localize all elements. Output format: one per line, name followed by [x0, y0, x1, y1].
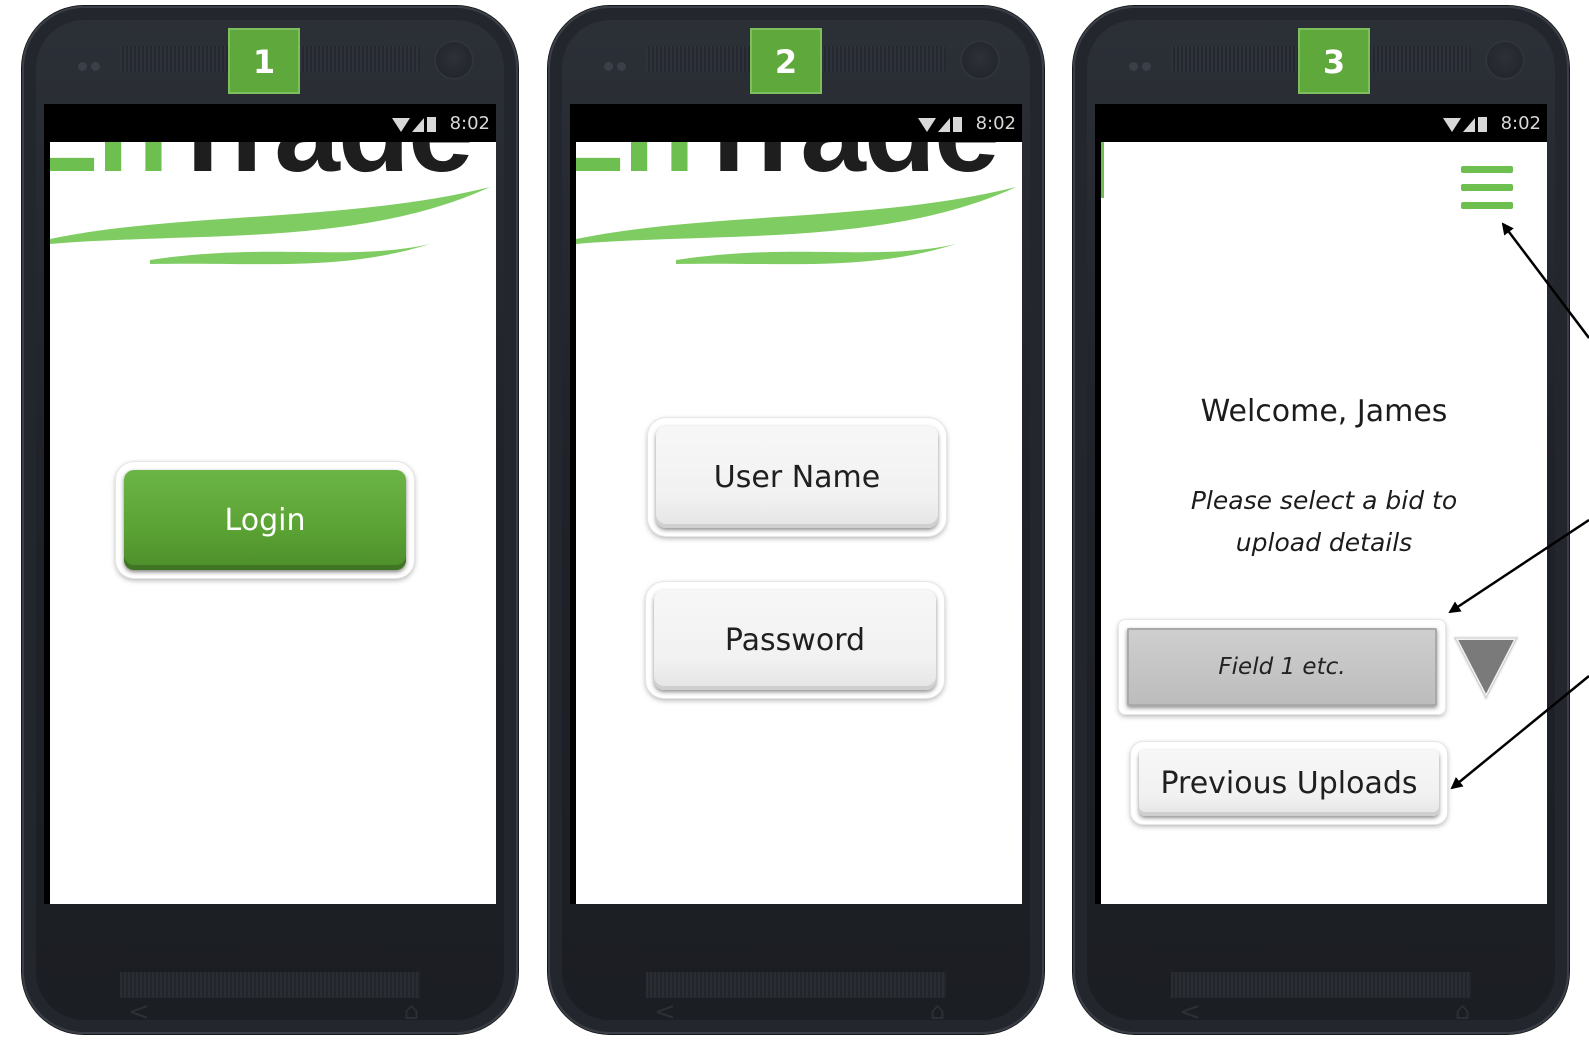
- signal-icon: [412, 118, 424, 132]
- battery-icon: [953, 117, 962, 132]
- status-bar: 8:02: [44, 104, 496, 142]
- previous-uploads-frame: Previous Uploads: [1131, 742, 1447, 824]
- drawer-edge: [1101, 142, 1104, 198]
- phone-screen-3: 8:02 Welcome, James Please select a bid …: [1095, 104, 1547, 904]
- sensor-dots: [1129, 56, 1155, 75]
- back-icon[interactable]: <: [654, 997, 676, 1027]
- instruction-text: Please select a bid to upload details: [1190, 486, 1458, 557]
- welcome-heading: Welcome, James: [1200, 394, 1448, 429]
- signal-icon: [1463, 118, 1475, 132]
- screen-content: EnTrade User Name Password: [576, 142, 1022, 904]
- nav-bar: < ⌂: [1095, 904, 1547, 1034]
- bid-dropdown-field[interactable]: Field 1 etc.: [1127, 628, 1437, 706]
- login-button-frame: Login: [116, 462, 414, 578]
- front-camera: [960, 40, 1000, 80]
- sensor-dots: [604, 56, 630, 75]
- nav-bar: < ⌂: [570, 904, 1022, 1034]
- bottom-speaker: [646, 972, 946, 998]
- hamburger-menu-icon[interactable]: [1461, 166, 1513, 212]
- nav-bar: < ⌂: [44, 904, 496, 1034]
- username-field[interactable]: User Name: [656, 426, 938, 528]
- status-bar: 8:02: [570, 104, 1022, 142]
- screen-content: EnTrade Login: [50, 142, 496, 904]
- password-field[interactable]: Password: [654, 590, 936, 690]
- screen-content: Welcome, James Please select a bid to up…: [1101, 142, 1547, 904]
- home-icon[interactable]: ⌂: [404, 997, 419, 1025]
- entrade-logo: EnTrade: [576, 142, 1022, 312]
- bottom-speaker: [120, 972, 420, 998]
- phone-frame-2: 2 8:02 EnTrade User Name Password < ⌂: [548, 6, 1044, 1034]
- front-camera: [434, 40, 474, 80]
- previous-uploads-button[interactable]: Previous Uploads: [1139, 750, 1439, 816]
- entrade-logo: EnTrade: [50, 142, 496, 312]
- step-badge-1: 1: [228, 28, 300, 94]
- wifi-icon: [392, 118, 410, 132]
- login-button[interactable]: Login: [124, 470, 406, 570]
- back-icon[interactable]: <: [1179, 997, 1201, 1027]
- status-time: 8:02: [1500, 113, 1541, 134]
- status-time: 8:02: [975, 113, 1016, 134]
- battery-icon: [427, 117, 436, 132]
- home-icon[interactable]: ⌂: [930, 997, 945, 1025]
- phone-screen-1: 8:02 EnTrade Login: [44, 104, 496, 904]
- bottom-speaker: [1171, 972, 1471, 998]
- phone-frame-1: 1 8:02 EnTrade Login < ⌂: [22, 6, 518, 1034]
- step-badge-3: 3: [1298, 28, 1370, 94]
- wifi-icon: [918, 118, 936, 132]
- back-icon[interactable]: <: [128, 997, 150, 1027]
- status-time: 8:02: [449, 113, 490, 134]
- status-bar: 8:02: [1095, 104, 1547, 142]
- phone-screen-2: 8:02 EnTrade User Name Password: [570, 104, 1022, 904]
- password-field-frame: Password: [646, 582, 944, 698]
- step-badge-2: 2: [750, 28, 822, 94]
- bid-dropdown-frame: Field 1 etc.: [1119, 620, 1445, 714]
- sensor-dots: [78, 56, 104, 75]
- username-field-frame: User Name: [648, 418, 946, 536]
- wifi-icon: [1443, 118, 1461, 132]
- signal-icon: [938, 118, 950, 132]
- phone-frame-3: 3 8:02 Welcome, James Please select a bi…: [1073, 6, 1569, 1034]
- home-icon[interactable]: ⌂: [1455, 997, 1470, 1025]
- front-camera: [1485, 40, 1525, 80]
- dropdown-arrow-icon[interactable]: [1451, 632, 1521, 704]
- battery-icon: [1478, 117, 1487, 132]
